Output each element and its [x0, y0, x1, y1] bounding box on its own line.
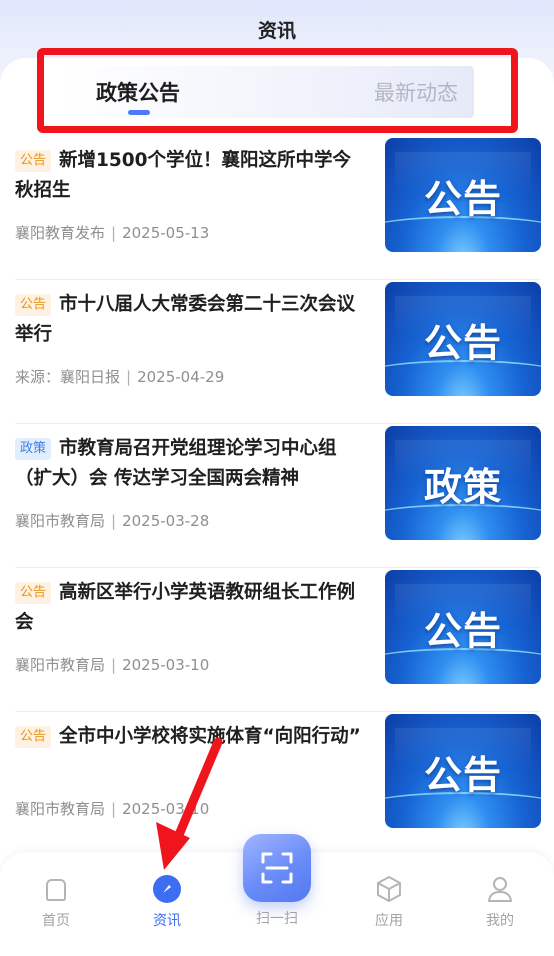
news-date: 2025-03-10: [122, 656, 210, 674]
news-source: 来源：襄阳日报: [15, 368, 121, 386]
news-title-text: 市十八届人大常委会第二十三次会议举行: [15, 294, 356, 345]
news-tag: 政策: [15, 438, 52, 460]
news-tag: 公告: [15, 726, 52, 748]
news-source: 襄阳市教育局: [15, 800, 106, 818]
news-thumbnail: 公告: [385, 282, 541, 396]
tab-latest-news[interactable]: 最新动态: [374, 77, 458, 107]
thumbnail-text: 政策: [423, 464, 502, 509]
active-tab-indicator: [128, 110, 150, 115]
news-title: 公告 市十八届人大常委会第二十三次会议举行: [15, 290, 367, 350]
news-item[interactable]: 政策 市教育局召开党组理论学习中心组（扩大）会 传达学习全国两会精神 襄阳市教育局…: [15, 424, 541, 568]
news-date: 2025-04-29: [137, 368, 225, 386]
thumbnail-text: 公告: [423, 608, 502, 653]
news-title: 公告 新增1500个学位！襄阳这所中学今秋招生: [15, 146, 367, 206]
news-tag: 公告: [15, 150, 52, 172]
scan-icon: [261, 852, 293, 884]
news-meta: 襄阳教育发布 | 2025-05-13: [15, 224, 210, 242]
news-title: 政策 市教育局召开党组理论学习中心组（扩大）会 传达学习全国两会精神: [15, 434, 367, 494]
compass-icon: [153, 875, 181, 903]
nav-mine-label: 我的: [486, 913, 514, 929]
nav-news[interactable]: 资讯: [127, 874, 207, 930]
nav-apps[interactable]: 应用: [349, 874, 429, 930]
news-date: 2025-03-28: [122, 512, 210, 530]
news-thumbnail: 政策: [385, 426, 541, 540]
news-title-text: 市教育局召开党组理论学习中心组（扩大）会 传达学习全国两会精神: [15, 438, 337, 489]
thumbnail-text: 公告: [423, 176, 502, 221]
scan-label: 扫一扫: [256, 911, 298, 927]
news-item[interactable]: 公告 高新区举行小学英语教研组长工作例会 襄阳市教育局 | 2025-03-10 公告: [15, 568, 541, 712]
tab-policy-notice[interactable]: 政策公告: [96, 77, 180, 107]
news-title-text: 新增1500个学位！襄阳这所中学今秋招生: [15, 150, 352, 201]
nav-home[interactable]: 首页: [16, 874, 96, 930]
news-source: 襄阳教育发布: [15, 224, 106, 242]
annotation-arrow: [156, 737, 223, 870]
nav-news-label: 资讯: [153, 913, 181, 929]
news-date: 2025-05-13: [122, 224, 210, 242]
news-meta: 襄阳市教育局 | 2025-03-28: [15, 512, 210, 530]
top-bar: 资讯: [0, 0, 554, 58]
news-item[interactable]: 公告 市十八届人大常委会第二十三次会议举行 来源：襄阳日报 | 2025-04-29 …: [15, 280, 541, 424]
scan-button[interactable]: [243, 834, 311, 902]
nav-home-label: 首页: [42, 913, 70, 929]
thumbnail-text: 公告: [423, 320, 502, 365]
tab-bar: 政策公告 最新动态: [58, 66, 474, 118]
nav-apps-label: 应用: [375, 913, 403, 929]
news-thumbnail: 公告: [385, 138, 541, 252]
thumbnail-text: 公告: [423, 752, 502, 797]
nav-mine[interactable]: 我的: [460, 874, 540, 930]
news-thumbnail: 公告: [385, 570, 541, 684]
news-source: 襄阳市教育局: [15, 656, 106, 674]
news-meta: 来源：襄阳日报 | 2025-04-29: [15, 368, 225, 386]
news-item[interactable]: 公告 新增1500个学位！襄阳这所中学今秋招生 襄阳教育发布 | 2025-05-13…: [15, 136, 541, 280]
news-thumbnail: 公告: [385, 714, 541, 828]
cube-icon: [377, 876, 401, 902]
news-source: 襄阳市教育局: [15, 512, 106, 530]
user-icon: [488, 877, 512, 902]
news-title: 公告 高新区举行小学英语教研组长工作例会: [15, 578, 367, 638]
news-title-text: 高新区举行小学英语教研组长工作例会: [15, 582, 356, 633]
news-tag: 公告: [15, 582, 52, 604]
news-tag: 公告: [15, 294, 52, 316]
page-title: 资讯: [257, 19, 296, 42]
home-icon: [46, 879, 66, 901]
news-meta: 襄阳市教育局 | 2025-03-10: [15, 656, 210, 674]
